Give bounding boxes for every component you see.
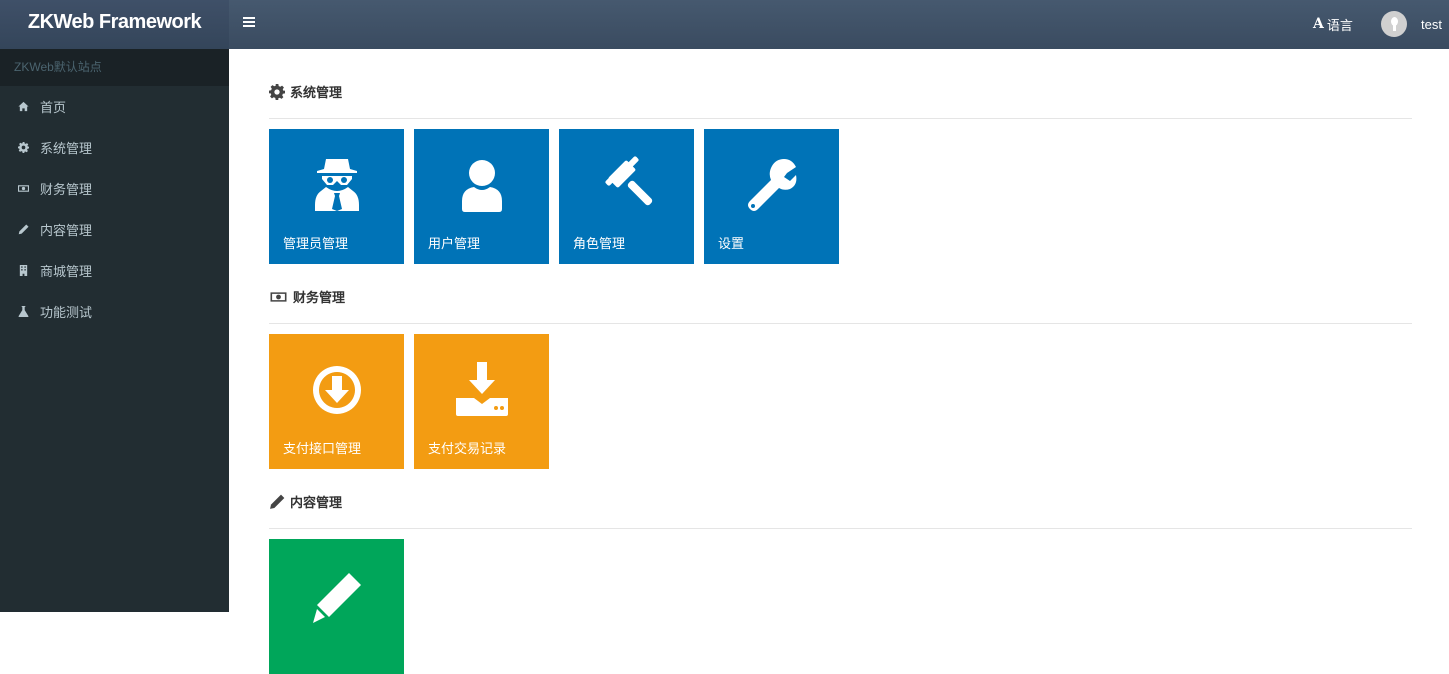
gear-icon — [269, 83, 285, 100]
language-icon: A — [1313, 16, 1324, 32]
download-icon — [414, 360, 549, 420]
tile-label: 管理员管理 — [283, 236, 349, 251]
pencil-icon — [270, 494, 285, 509]
user-name: test — [1421, 16, 1442, 32]
language-menu[interactable]: A 语言 — [1313, 14, 1353, 34]
user-icon — [414, 155, 549, 215]
sidebar-item-label: 商城管理 — [40, 264, 93, 279]
section-title-content: 内容管理 — [269, 492, 342, 511]
flask-icon — [17, 306, 29, 318]
sidebar-item-label: 功能测试 — [40, 305, 93, 320]
wrench-icon — [704, 155, 839, 215]
tile-label: 设置 — [718, 236, 745, 251]
sidebar-item-home[interactable]: 首页 — [0, 86, 229, 127]
sidebar-item-finance[interactable]: 财务管理 — [0, 168, 229, 209]
sidebar-item-shop[interactable]: 商城管理 — [0, 250, 229, 291]
site-name: ZKWeb默认站点 — [0, 49, 229, 86]
sidebar-item-content[interactable]: 内容管理 — [0, 209, 229, 250]
sidebar-item-system[interactable]: 系统管理 — [0, 127, 229, 168]
sidebar-item-label: 首页 — [40, 100, 67, 115]
user-secret-icon — [269, 155, 404, 215]
avatar — [1381, 11, 1407, 37]
gavel-icon — [559, 155, 694, 215]
arrow-circle-down-icon — [269, 360, 404, 420]
brand-logo[interactable]: ZKWeb Framework — [0, 0, 229, 49]
pencil-icon — [17, 224, 29, 236]
pencil-icon — [269, 569, 404, 629]
tile-label: 支付交易记录 — [428, 441, 507, 456]
tile-payment-transaction-records[interactable]: 支付交易记录 — [414, 334, 549, 469]
sidebar: ZKWeb默认站点 首页 系统管理 财务管理 内容管理 商城管理 功能测试 — [0, 49, 229, 612]
main-content: 系统管理 管理员管理 用户管理 角色管理 设置 财务管理 支付接口管理 支付交易… — [229, 49, 1449, 674]
section-divider — [269, 118, 1412, 119]
money-icon — [17, 183, 29, 195]
tile-user-management[interactable]: 用户管理 — [414, 129, 549, 264]
tile-payment-api-management[interactable]: 支付接口管理 — [269, 334, 404, 469]
tile-label: 支付接口管理 — [283, 441, 362, 456]
sidebar-item-label: 财务管理 — [40, 182, 93, 197]
section-title-label: 财务管理 — [293, 290, 346, 305]
sidebar-item-test[interactable]: 功能测试 — [0, 291, 229, 332]
section-title-system: 系统管理 — [269, 82, 342, 101]
sidebar-item-label: 系统管理 — [40, 141, 93, 156]
sidebar-toggle-icon[interactable] — [243, 17, 255, 29]
section-divider — [269, 528, 1412, 529]
tile-settings[interactable]: 设置 — [704, 129, 839, 264]
tile-content-item[interactable] — [269, 539, 404, 674]
gear-icon — [17, 142, 29, 154]
section-title-finance: 财务管理 — [269, 287, 345, 306]
home-icon — [17, 101, 29, 113]
language-label: 语言 — [1326, 17, 1353, 33]
top-navbar: ZKWeb Framework A 语言 test — [0, 0, 1449, 49]
section-title-label: 内容管理 — [290, 495, 343, 510]
sidebar-item-label: 内容管理 — [40, 223, 93, 238]
tile-role-management[interactable]: 角色管理 — [559, 129, 694, 264]
money-icon — [270, 291, 287, 302]
tile-label: 用户管理 — [428, 236, 481, 251]
user-menu[interactable]: test — [1381, 11, 1442, 37]
tile-label: 角色管理 — [573, 236, 626, 251]
building-icon — [17, 265, 29, 277]
section-divider — [269, 323, 1412, 324]
section-title-label: 系统管理 — [290, 85, 343, 100]
tile-admin-management[interactable]: 管理员管理 — [269, 129, 404, 264]
